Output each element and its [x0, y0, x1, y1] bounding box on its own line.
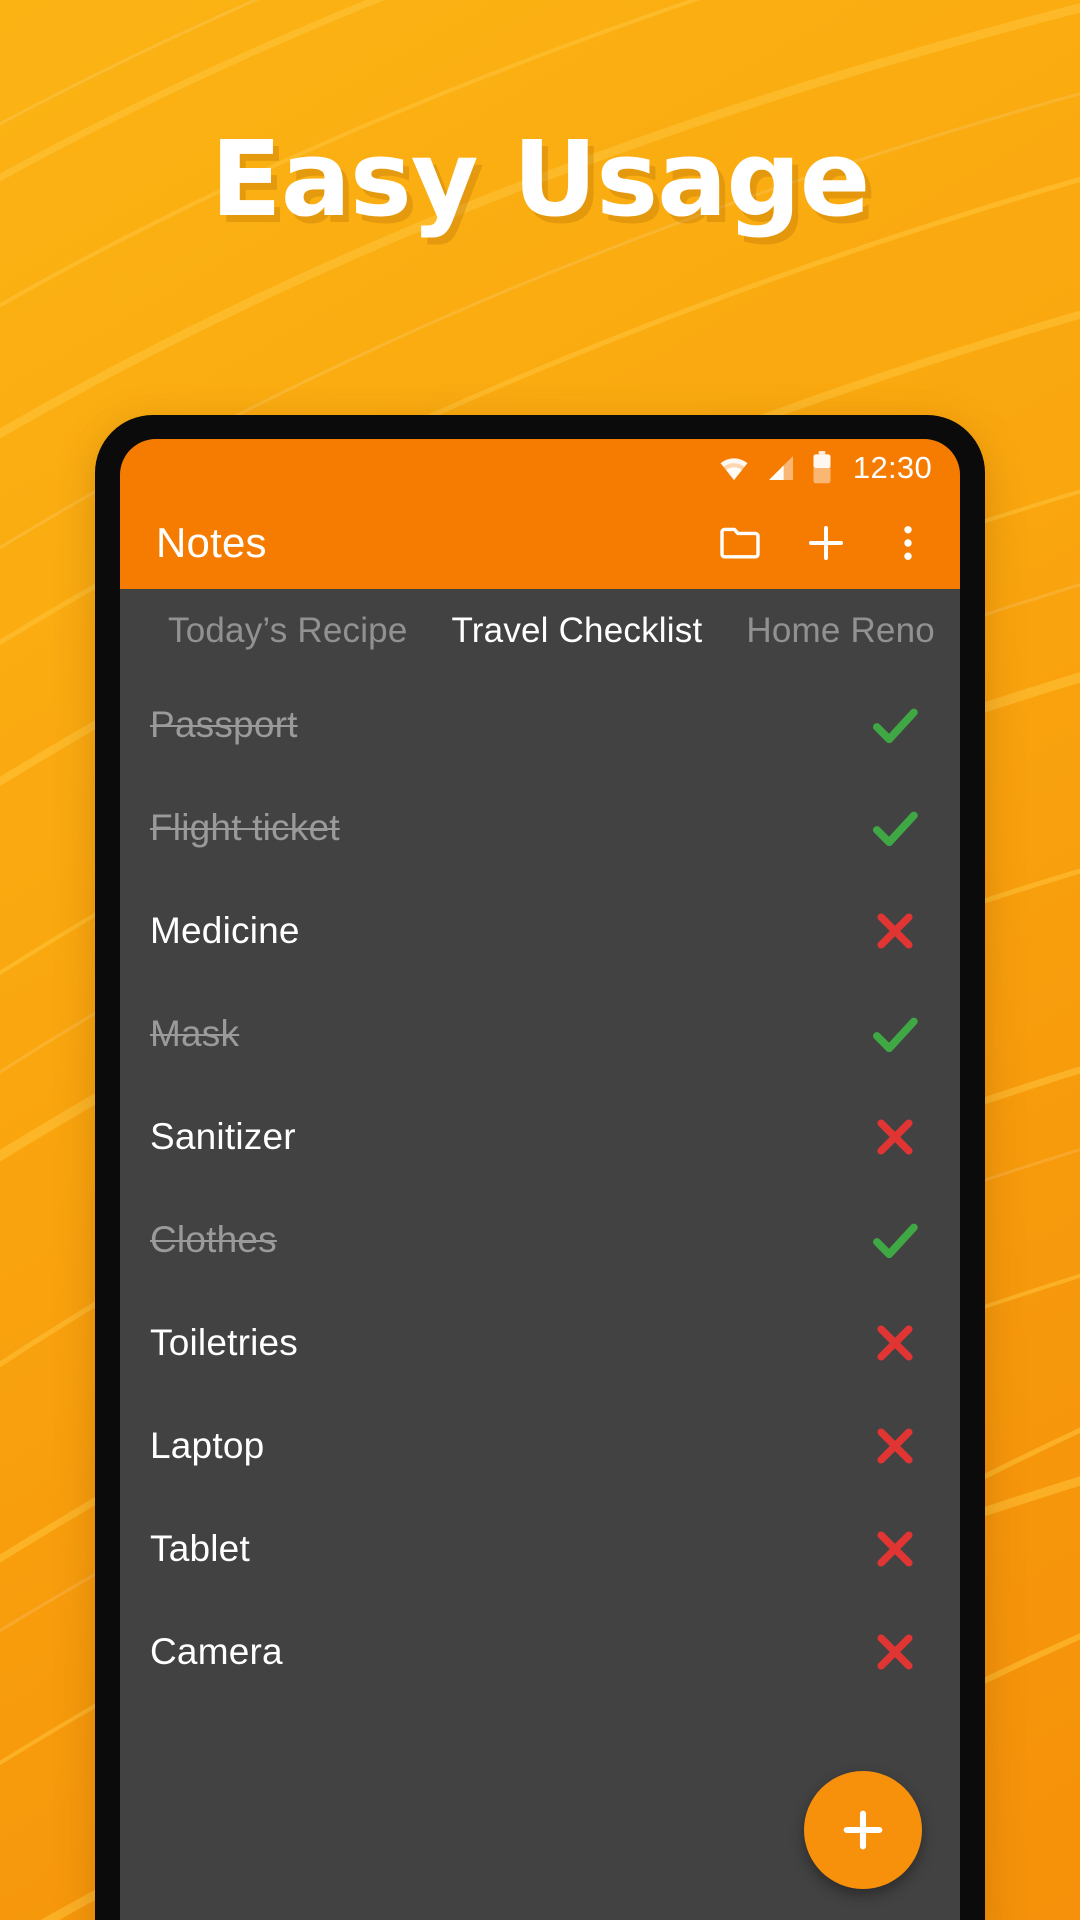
overflow-menu-button[interactable]: [888, 519, 928, 567]
check-icon[interactable]: [860, 1005, 930, 1063]
app-title: Notes: [156, 519, 267, 566]
folder-button[interactable]: [716, 519, 764, 567]
status-bar: 12:30: [120, 439, 960, 497]
list-item-label: Mask: [150, 1012, 240, 1054]
phone-screen: 12:30 Notes Today’s Recipe Travel Checkl…: [120, 439, 960, 1920]
check-icon[interactable]: [860, 799, 930, 857]
list-item-label: Passport: [150, 703, 298, 745]
cross-icon[interactable]: [860, 1626, 930, 1678]
add-icon: [809, 526, 843, 560]
list-item[interactable]: Tablet: [120, 1497, 960, 1600]
list-item-label: Tablet: [150, 1527, 250, 1569]
tab-todays-recipe[interactable]: Today’s Recipe: [146, 611, 430, 651]
cross-icon[interactable]: [860, 1111, 930, 1163]
battery-icon: [813, 451, 831, 484]
list-item[interactable]: Passport: [120, 673, 960, 776]
cross-icon[interactable]: [860, 905, 930, 957]
list-item-label: Medicine: [150, 909, 300, 951]
overflow-menu-icon: [904, 526, 912, 560]
add-item-fab[interactable]: [804, 1771, 922, 1889]
list-item-label: Toiletries: [150, 1321, 298, 1363]
cellular-signal-icon: [768, 456, 793, 480]
phone-mockup: 12:30 Notes Today’s Recipe Travel Checkl…: [95, 415, 985, 1920]
list-item-label: Flight ticket: [150, 806, 340, 848]
check-icon[interactable]: [860, 1211, 930, 1269]
checklist: Passport Flight ticket Medicine Mask San…: [120, 673, 960, 1703]
folder-icon: [720, 527, 760, 559]
status-time: 12:30: [852, 450, 932, 485]
list-item[interactable]: Clothes: [120, 1188, 960, 1291]
promo-banner: Easy Usage 12:30 Notes Today’s Recipe Tr…: [0, 0, 1080, 1920]
tab-travel-checklist[interactable]: Travel Checklist: [430, 611, 725, 651]
list-item[interactable]: Toiletries: [120, 1291, 960, 1394]
app-bar-actions: [716, 519, 934, 567]
list-item[interactable]: Sanitizer: [120, 1085, 960, 1188]
page-title: Easy Usage: [210, 118, 871, 240]
list-item-label: Camera: [150, 1630, 283, 1672]
cross-icon[interactable]: [860, 1317, 930, 1369]
add-note-button[interactable]: [802, 519, 850, 567]
list-item-label: Clothes: [150, 1218, 277, 1260]
tab-home-reno[interactable]: Home Reno: [724, 611, 957, 651]
wifi-icon: [720, 458, 748, 481]
list-item[interactable]: Laptop: [120, 1394, 960, 1497]
list-item[interactable]: Camera: [120, 1600, 960, 1703]
check-icon[interactable]: [860, 696, 930, 754]
list-item[interactable]: Flight ticket: [120, 776, 960, 879]
plus-icon: [843, 1810, 883, 1850]
cross-icon[interactable]: [860, 1523, 930, 1575]
tab-bar: Today’s Recipe Travel Checklist Home Ren…: [120, 589, 960, 673]
list-item-label: Laptop: [150, 1424, 265, 1466]
cross-icon[interactable]: [860, 1420, 930, 1472]
list-item[interactable]: Medicine: [120, 879, 960, 982]
list-item-label: Sanitizer: [150, 1115, 296, 1157]
list-item[interactable]: Mask: [120, 982, 960, 1085]
app-bar: Notes: [120, 497, 960, 589]
